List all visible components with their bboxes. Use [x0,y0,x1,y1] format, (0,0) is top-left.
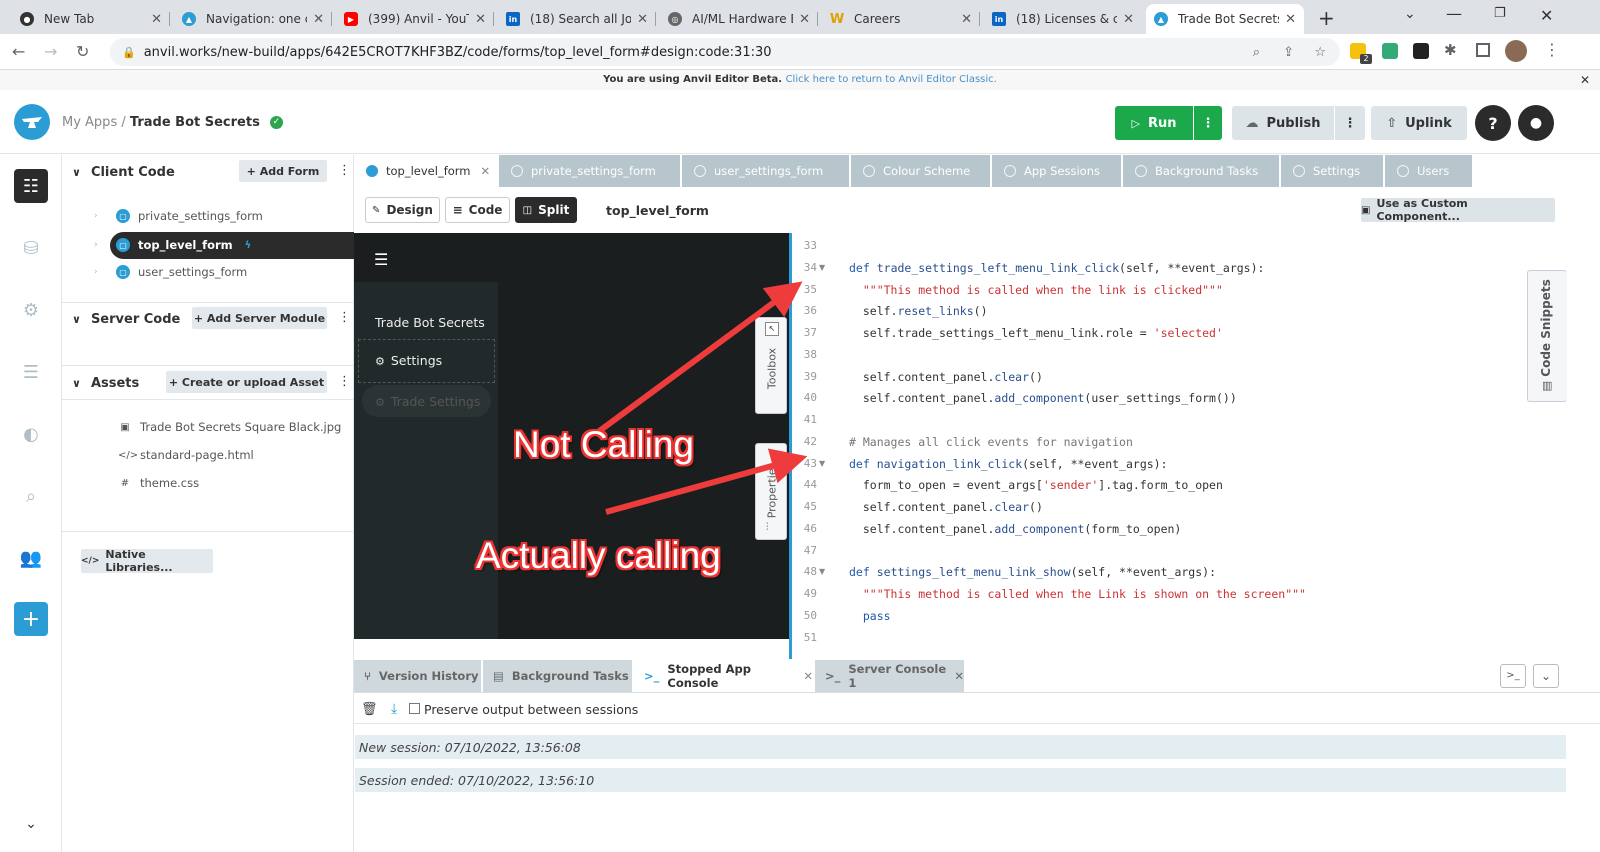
annotation-not-calling: Not Calling [513,424,694,465]
annotation-actually-calling: Actually calling [476,535,721,576]
arrow-actually-calling [605,448,808,515]
annotation-arrows [596,281,808,515]
arrow-not-calling [596,281,803,435]
